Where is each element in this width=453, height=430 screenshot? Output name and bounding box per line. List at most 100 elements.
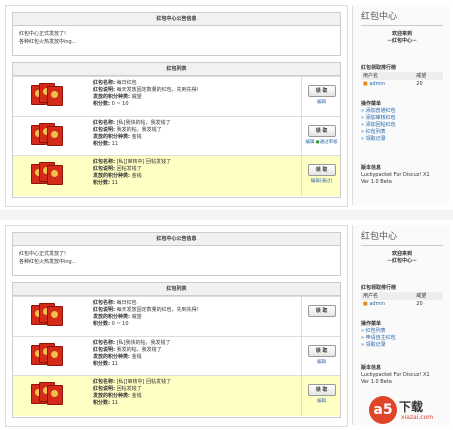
version-title: 版本信息 (361, 365, 382, 371)
claim-button[interactable]: 领 取 (307, 164, 336, 176)
rank-table: 用户名 威望 ■ admin 20 (361, 72, 443, 88)
packet-desc: 每天发放固定数量的红包，先到先得! (116, 307, 199, 313)
list-title: 红包列表 (13, 283, 340, 296)
packet-points: 11 (111, 180, 118, 186)
packet-row: 红包名称: 每日红包 红包说明: 每天发放固定数量的红包，先到先得! 发放的积分… (13, 76, 340, 116)
notice-line: 各种红包火热发放中ing... (19, 259, 77, 265)
menu-title: 操作菜单 (361, 101, 382, 107)
rank-title: 红包领取排行榜 (361, 285, 397, 291)
menu-title: 操作菜单 (361, 321, 382, 327)
rank-value: 20 (416, 80, 423, 87)
packet-row: 红包名称: [私][审核中] 回帖发钱了 红包说明: 回帖发钱了 发放的积分种类… (13, 155, 340, 196)
name-label: 红包名称: (93, 379, 115, 385)
packet-type: 金钱 (131, 354, 142, 360)
envelope-icon (31, 382, 63, 406)
name-label: 红包名称: (93, 159, 115, 165)
edit-link[interactable]: 编辑 (317, 360, 326, 365)
welcome-text: 欢迎来到 (391, 251, 412, 257)
menu-item[interactable]: » 红包列表 (361, 328, 443, 335)
notice-line: 各种红包火热发放中ing... (19, 39, 77, 45)
packet-name: [私][审核中] 回帖发钱了 (116, 159, 171, 165)
packet-desc: 我发的帖，我发钱了 (116, 127, 162, 133)
packet-row: 红包名称: [私][审核中] 回帖发钱了 红包说明: 回帖发钱了 发放的积分种类… (13, 375, 340, 416)
packet-points: 11 (111, 141, 118, 147)
name-label: 红包名称: (93, 300, 115, 306)
packet-list: 红包列表 红包名称: 每日红包 红包说明: 每天发放固定数量的红包，先到先得! … (12, 282, 341, 418)
notice-box: 红包中心公告信息 红包中心正式发放了! 各种红包火热发放中ing... (12, 12, 341, 56)
notice-title: 红包中心公告信息 (13, 233, 340, 246)
claim-button[interactable]: 领 取 (307, 384, 336, 396)
menu-item[interactable]: » 领取记录 (361, 342, 443, 349)
packet-type: 威望 (131, 94, 142, 100)
welcome-subtext: －红包中心－ (386, 258, 417, 264)
type-label: 发放的积分种类: (93, 173, 131, 179)
user-icon: ■ (363, 300, 368, 307)
menu-item[interactable]: » 红包列表 (361, 129, 443, 136)
edit-link[interactable]: 编辑 (305, 140, 314, 145)
points-label: 积分数: (93, 361, 110, 367)
name-label: 红包名称: (93, 340, 115, 346)
envelope-icon (31, 123, 63, 147)
edit-link[interactable]: 编辑 (317, 100, 326, 105)
type-label: 发放的积分种类: (93, 354, 131, 360)
welcome-text: 欢迎来到 (391, 31, 412, 37)
packet-row: 红包名称: [私]我快的帖，我发钱了 红包说明: 我发的帖，我发钱了 发放的积分… (13, 116, 340, 155)
packet-desc: 回帖发钱了 (116, 386, 142, 392)
points-label: 积分数: (93, 400, 110, 406)
packet-type: 金钱 (131, 393, 142, 399)
welcome-subtext: －红包中心－ (386, 38, 417, 44)
notice-line: 红包中心正式发放了! (19, 251, 67, 257)
packet-row: 红包名称: [私]我快的帖，我发钱了 红包说明: 我发的帖，我发钱了 发放的积分… (13, 336, 340, 375)
edit-approve-link[interactable]: 编辑[通过] (311, 179, 333, 184)
version-line: Ver 1.0 Beta (361, 379, 392, 385)
menu-item[interactable]: » 领取记录 (361, 136, 443, 143)
claim-button[interactable]: 领 取 (307, 345, 336, 357)
packet-row: 红包名称: 每日红包 红包说明: 每天发放固定数量的红包，先到先得! 发放的积分… (13, 296, 340, 336)
type-label: 发放的积分种类: (93, 94, 131, 100)
packet-points: 0 ~ 10 (111, 101, 129, 107)
notice-title: 红包中心公告信息 (13, 13, 340, 26)
desc-label: 红包说明: (93, 87, 115, 93)
menu-item[interactable]: » 申请自主红包 (361, 335, 443, 342)
sidebar: 红包中心 欢迎来到 －红包中心－ 红包领取排行榜 用户名 威望 ■ admin 20… (352, 225, 449, 425)
edit-link[interactable]: 编辑 (317, 399, 326, 404)
packet-name: [私]我快的帖，我发钱了 (116, 340, 171, 346)
approve-link[interactable]: 通过审核 (320, 140, 338, 145)
packet-name: [私]我快的帖，我发钱了 (116, 120, 171, 126)
packet-type: 金钱 (131, 134, 142, 140)
version-line: Ver 1.0 Beta (361, 179, 392, 185)
user-icon: ■ (363, 80, 368, 87)
points-label: 积分数: (93, 180, 110, 186)
name-label: 红包名称: (93, 80, 115, 86)
menu-item[interactable]: » 添加普通红包 (361, 108, 443, 115)
list-title: 红包列表 (13, 63, 340, 76)
claim-button[interactable]: 领 取 (307, 305, 336, 317)
type-label: 发放的积分种类: (93, 314, 131, 320)
envelope-icon (31, 303, 63, 327)
watermark-logo: a5 下载 xiazai.com (369, 396, 447, 426)
rank-header-value: 威望 (414, 292, 443, 300)
packet-name: 每日红包 (116, 80, 137, 86)
notice-line: 红包中心正式发放了! (19, 31, 67, 37)
version-line: Luckypacket For Discuz! X1 (361, 172, 430, 178)
claim-button[interactable]: 领 取 (307, 85, 336, 97)
sidebar-title: 红包中心 (361, 232, 398, 242)
rank-table: 用户名 威望 ■ admin 20 (361, 292, 443, 308)
panel-top: 红包中心公告信息 红包中心正式发放了! 各种红包火热发放中ing... 红包列表… (0, 0, 453, 210)
sidebar-title: 红包中心 (361, 12, 398, 22)
rank-user[interactable]: admin (369, 81, 385, 87)
claim-button[interactable]: 领 取 (307, 125, 336, 137)
desc-label: 红包说明: (93, 386, 115, 392)
packet-desc: 回帖发钱了 (116, 166, 142, 172)
points-label: 积分数: (93, 321, 110, 327)
desc-label: 红包说明: (93, 347, 115, 353)
rank-header-user: 用户名 (361, 72, 415, 80)
version-line: Luckypacket For Discuz! X1 (361, 372, 430, 378)
a5-logo-icon: a5 (369, 396, 397, 424)
menu-item[interactable]: » 添加审核红包 (361, 115, 443, 122)
desc-label: 红包说明: (93, 127, 115, 133)
packet-points: 11 (111, 361, 118, 367)
menu-item[interactable]: » 添加回帖红包 (361, 122, 443, 129)
rank-user[interactable]: admin (369, 301, 385, 307)
type-label: 发放的积分种类: (93, 393, 131, 399)
